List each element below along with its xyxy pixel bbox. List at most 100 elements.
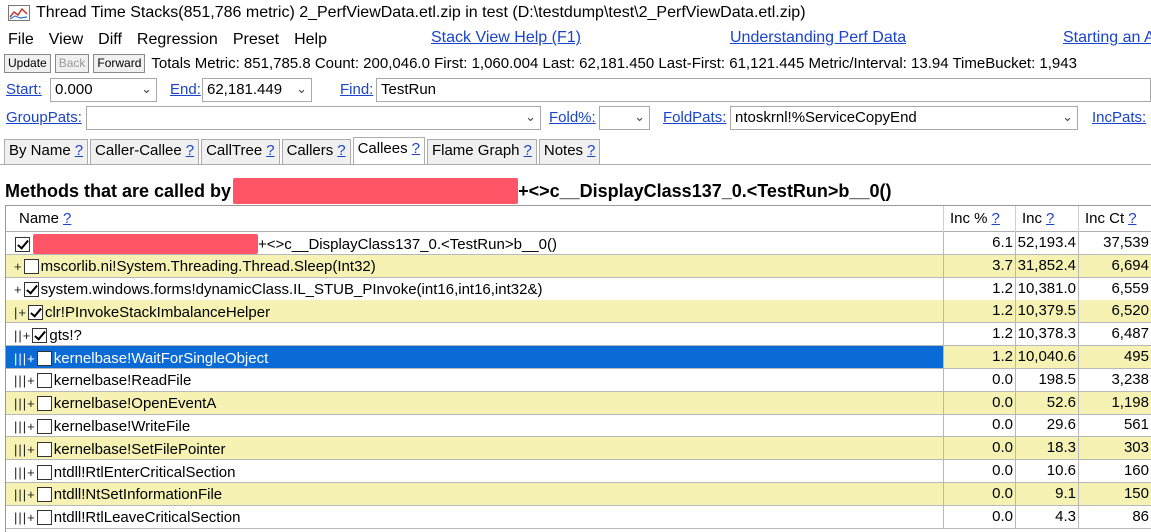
- table-row[interactable]: |||+ ntdll!NtSetInformationFile 0.0 9.1 150: [6, 482, 1151, 506]
- tree-expander-icon[interactable]: |||+: [14, 442, 36, 457]
- tree-expander-icon[interactable]: |||+: [14, 419, 36, 434]
- tree-expander-icon[interactable]: |||+: [14, 465, 36, 480]
- grouppats-combo[interactable]: ⌄: [86, 106, 541, 130]
- name-cell[interactable]: |||+ ntdll!RtlEnterCriticalSection: [6, 460, 944, 482]
- help-link[interactable]: ?: [63, 210, 71, 227]
- table-row[interactable]: + system.windows.forms!dynamicClass.IL_ST…: [6, 277, 1151, 301]
- table-row[interactable]: +<>c__DisplayClass137_0.<TestRun>b__0() 6…: [6, 232, 1151, 255]
- tree-expander-icon[interactable]: +: [14, 259, 23, 274]
- checkbox-icon[interactable]: [36, 373, 52, 389]
- help-link[interactable]: ?: [992, 210, 1000, 227]
- name-cell[interactable]: |+ clr!PInvokeStackImbalanceHelper: [6, 300, 944, 323]
- start-combo[interactable]: 0.000 ⌄: [50, 78, 157, 102]
- table-row[interactable]: |||+ kernelbase!SetFilePointer 0.0 18.3 303: [6, 437, 1151, 461]
- tab-callers[interactable]: Callers?: [281, 139, 351, 164]
- foldpats-label[interactable]: FoldPats:: [663, 109, 726, 126]
- tab-calltree[interactable]: CallTree?: [201, 139, 280, 164]
- table-row[interactable]: |||+ kernelbase!OpenEventA 0.0 52.6 1,198: [6, 391, 1151, 415]
- help-link[interactable]: ?: [524, 142, 532, 159]
- tree-expander-icon[interactable]: |+: [14, 305, 27, 320]
- checkbox-icon[interactable]: [36, 510, 52, 526]
- name-cell[interactable]: |||+ kernelbase!WriteFile: [6, 414, 944, 437]
- table-row[interactable]: |+ clr!PInvokeStackImbalanceHelper 1.2 10,3…: [6, 300, 1151, 324]
- menu-view[interactable]: View: [49, 31, 83, 49]
- tree-expander-icon[interactable]: |||+: [14, 373, 36, 388]
- tab-label: Callers: [286, 142, 334, 159]
- menu-help[interactable]: Help: [294, 31, 327, 49]
- tab-notes[interactable]: Notes?: [538, 139, 601, 164]
- tree-expander-icon[interactable]: |||+: [14, 396, 36, 411]
- tree-expander-icon[interactable]: ||+: [14, 328, 31, 343]
- table-row[interactable]: |||+ kernelbase!ReadFile 0.0 198.5 3,238: [6, 368, 1151, 392]
- end-combo[interactable]: 62,181.449 ⌄: [202, 78, 312, 102]
- checked-checkbox-icon[interactable]: [23, 282, 39, 298]
- column-header-inc[interactable]: Inc?: [1016, 206, 1079, 232]
- name-cell[interactable]: +<>c__DisplayClass137_0.<TestRun>b__0(): [6, 232, 944, 254]
- tree-expander-icon[interactable]: |||+: [14, 351, 36, 366]
- name-cell[interactable]: |||+ kernelbase!ReadFile: [6, 368, 944, 391]
- help-link[interactable]: ?: [1046, 210, 1054, 227]
- find-label[interactable]: Find:: [340, 81, 373, 98]
- tree-expander-icon[interactable]: |||+: [14, 510, 36, 525]
- column-header-inc-ct[interactable]: Inc Ct?: [1079, 206, 1151, 232]
- help-link[interactable]: ?: [1128, 210, 1136, 227]
- foldpct-label[interactable]: Fold%:: [549, 109, 596, 126]
- name-cell[interactable]: |||+ kernelbase!WaitForSingleObject: [6, 346, 944, 368]
- help-link[interactable]: ?: [186, 142, 194, 159]
- name-cell[interactable]: |||+ ntdll!NtSetInformationFile: [6, 482, 944, 505]
- help-link[interactable]: ?: [587, 142, 595, 159]
- table-row[interactable]: + mscorlib.ni!System.Threading.Thread.Sle…: [6, 254, 1151, 278]
- starting-an-analysis-link[interactable]: Starting an A: [1063, 29, 1151, 47]
- help-link[interactable]: ?: [412, 140, 420, 157]
- checked-checkbox-icon[interactable]: [32, 327, 48, 343]
- table-row[interactable]: ||+ gts!? 1.2 10,378.3 6,487: [6, 323, 1151, 347]
- checked-checkbox-icon[interactable]: [15, 236, 30, 252]
- tree-expander-icon[interactable]: |||+: [14, 487, 36, 502]
- menu-diff[interactable]: Diff: [98, 31, 122, 49]
- menu-regression[interactable]: Regression: [137, 31, 218, 49]
- table-row[interactable]: |||+ ntdll!RtlEnterCriticalSection 0.0 10.6…: [6, 460, 1151, 483]
- table-row[interactable]: |||+ kernelbase!WaitForSingleObject 1.2 10,…: [6, 346, 1151, 369]
- grouppats-label[interactable]: GroupPats:: [6, 109, 82, 126]
- tab-flame-graph[interactable]: Flame Graph?: [426, 139, 537, 164]
- start-label[interactable]: Start:: [6, 81, 42, 98]
- name-cell[interactable]: + system.windows.forms!dynamicClass.IL_ST…: [6, 277, 944, 300]
- checkbox-icon[interactable]: [36, 464, 52, 480]
- foldpct-combo[interactable]: ⌄: [599, 106, 650, 130]
- back-button[interactable]: Back: [54, 53, 90, 73]
- checkbox-icon[interactable]: [36, 418, 52, 434]
- help-link[interactable]: ?: [266, 142, 274, 159]
- checkbox-icon[interactable]: [36, 487, 52, 503]
- tree-expander-icon[interactable]: +: [14, 282, 23, 297]
- checkbox-icon[interactable]: [23, 259, 39, 275]
- help-link[interactable]: ?: [75, 142, 83, 159]
- table-row[interactable]: |||+ ntdll!RtlLeaveCriticalSection 0.0 4.3 8…: [6, 505, 1151, 529]
- checked-checkbox-icon[interactable]: [27, 304, 43, 320]
- help-link[interactable]: ?: [337, 142, 345, 159]
- inc-cell: 4.3: [1016, 505, 1079, 528]
- checkbox-icon[interactable]: [36, 441, 52, 457]
- incpats-label[interactable]: IncPats:: [1092, 109, 1146, 126]
- name-cell[interactable]: |||+ kernelbase!SetFilePointer: [6, 437, 944, 460]
- update-button[interactable]: Update: [4, 53, 51, 73]
- checkbox-icon[interactable]: [36, 396, 52, 412]
- name-cell[interactable]: |||+ ntdll!RtlLeaveCriticalSection: [6, 505, 944, 528]
- name-cell[interactable]: + mscorlib.ni!System.Threading.Thread.Sle…: [6, 254, 944, 277]
- menu-file[interactable]: File: [8, 31, 34, 49]
- menu-preset[interactable]: Preset: [233, 31, 279, 49]
- understanding-perf-data-link[interactable]: Understanding Perf Data: [730, 29, 906, 47]
- column-header-inc-pct[interactable]: Inc %?: [944, 206, 1016, 232]
- table-row[interactable]: |||+ kernelbase!WriteFile 0.0 29.6 561: [6, 414, 1151, 438]
- forward-button[interactable]: Forward: [93, 53, 146, 73]
- tab-caller-callee[interactable]: Caller-Callee?: [90, 139, 200, 164]
- tab-by-name[interactable]: By Name?: [4, 139, 89, 164]
- stack-view-help-link[interactable]: Stack View Help (F1): [431, 29, 581, 47]
- name-cell[interactable]: |||+ kernelbase!OpenEventA: [6, 391, 944, 414]
- checkbox-icon[interactable]: [36, 350, 52, 366]
- find-input[interactable]: TestRun: [376, 78, 1151, 102]
- foldpats-combo[interactable]: ntoskrnl!%ServiceCopyEnd ⌄: [730, 106, 1078, 130]
- end-label[interactable]: End:: [170, 81, 201, 98]
- column-header-name[interactable]: Name?: [6, 206, 944, 232]
- name-cell[interactable]: ||+ gts!?: [6, 323, 944, 346]
- tab-callees[interactable]: Callees?: [352, 137, 425, 164]
